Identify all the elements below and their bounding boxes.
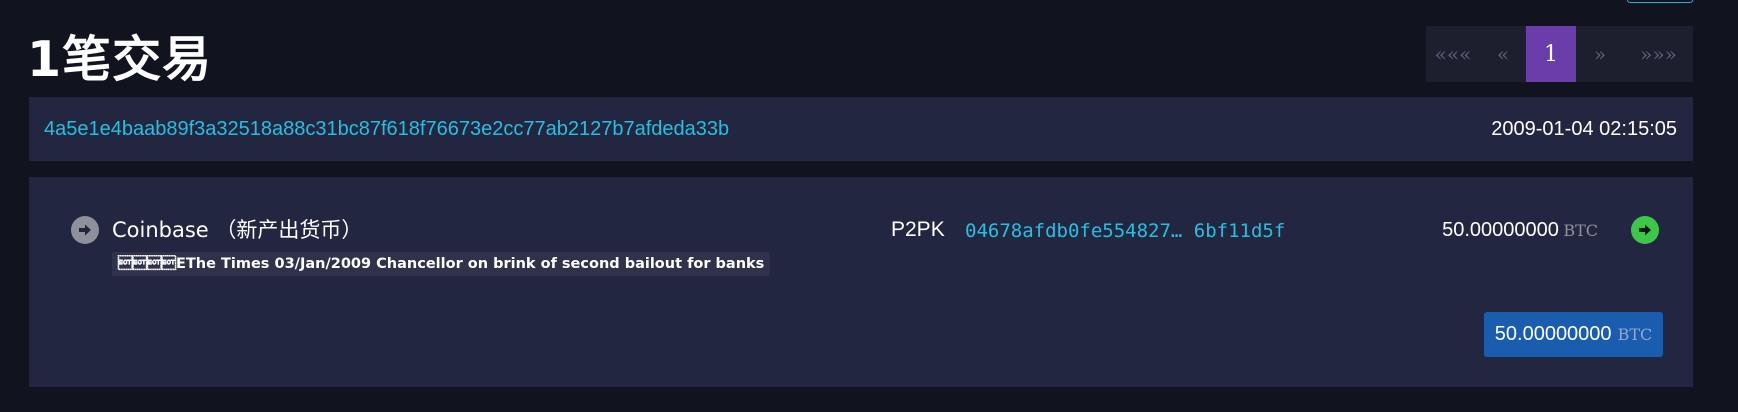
input-arrow-right-circle-icon	[71, 216, 99, 244]
pagination-last-button[interactable]: »»»	[1624, 26, 1693, 82]
transaction-header: 4a5e1e4baab89f3a32518a88c31bc87f618f7667…	[29, 97, 1693, 161]
transaction-hash-link[interactable]: 4a5e1e4baab89f3a32518a88c31bc87f618f7667…	[44, 97, 729, 161]
pagination-prev-button[interactable]: «	[1480, 26, 1526, 82]
pagination-current-page[interactable]: 1	[1526, 26, 1576, 82]
output-script-type: P2PK	[891, 218, 945, 241]
total-amount-unit: BTC	[1617, 325, 1653, 344]
output-amount: 50.00000000 BTC	[1442, 217, 1598, 245]
page-title: 1笔交易	[27, 31, 213, 88]
coinbase-input-label: Coinbase （新产出货币）	[112, 218, 363, 242]
arrow-right-icon	[1639, 224, 1651, 236]
total-amount-value: 50.00000000	[1494, 323, 1612, 345]
total-amount-badge: 50.00000000 BTC	[1484, 312, 1663, 357]
output-address-link[interactable]: 04678afdb0fe554827… 6bf11d5f	[965, 218, 1285, 244]
coinbase-message: EThe Times 03/Jan/2009 Chancellor on…	[112, 252, 771, 276]
output-amount-unit: BTC	[1563, 221, 1598, 240]
transaction-timestamp: 2009-01-04 02:15:05	[1491, 118, 1677, 140]
pagination-next-button[interactable]: »	[1576, 26, 1624, 82]
pagination-first-button[interactable]: «««	[1426, 26, 1480, 82]
arrow-right-icon	[79, 224, 91, 236]
top-edge-button[interactable]	[1627, 0, 1693, 3]
output-arrow-right-circle-icon[interactable]	[1631, 216, 1659, 244]
output-amount-value: 50.00000000	[1442, 219, 1559, 241]
transaction-body: Coinbase （新产出货币） EThe Times 03/Jan/2…	[29, 177, 1693, 387]
pagination: ««« « 1 » »»»	[1426, 26, 1693, 82]
